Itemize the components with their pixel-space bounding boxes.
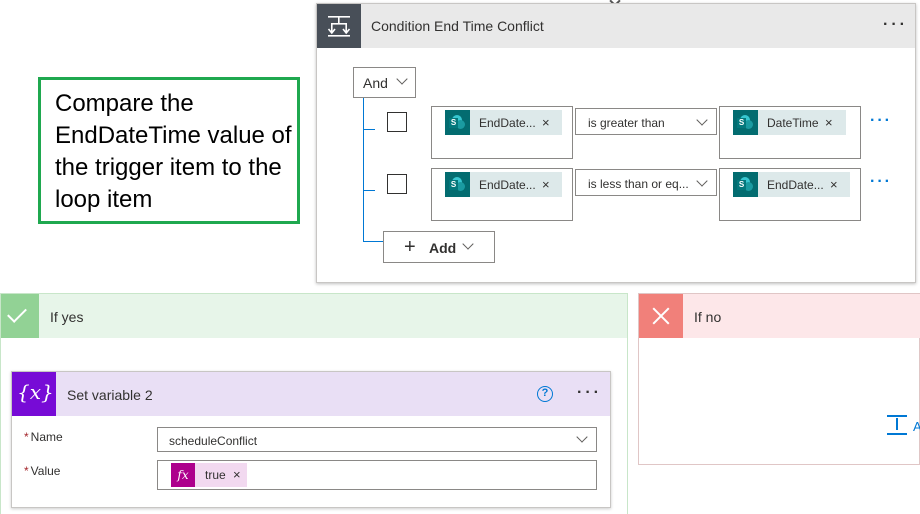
if-no-title: If no xyxy=(694,309,722,325)
sharepoint-icon: S xyxy=(445,172,470,197)
name-field-label: * Name xyxy=(24,430,63,444)
if-yes-header[interactable]: If yes xyxy=(1,294,627,338)
remove-token-icon[interactable]: × xyxy=(830,177,838,192)
chevron-down-icon xyxy=(396,73,408,85)
token-label: EndDate... xyxy=(479,116,536,130)
token-label: DateTime xyxy=(767,116,819,130)
chevron-down-icon xyxy=(696,114,708,126)
add-label: Add xyxy=(429,240,457,256)
check-icon xyxy=(1,294,39,338)
name-dropdown[interactable]: scheduleConflict xyxy=(157,427,597,452)
tree-line xyxy=(363,98,364,241)
group-operator-dropdown[interactable]: And xyxy=(353,67,416,98)
tree-branch xyxy=(363,129,375,130)
sharepoint-icon: S xyxy=(733,172,758,197)
help-icon[interactable]: ? xyxy=(537,386,553,402)
annotation-box: Compare the EndDateTime value of the tri… xyxy=(38,77,300,224)
left-operand-field[interactable]: S EndDate... × xyxy=(431,168,573,221)
value-field[interactable]: fx true × xyxy=(157,460,597,490)
remove-token-icon[interactable]: × xyxy=(233,467,241,482)
sharepoint-icon: S xyxy=(733,110,758,135)
set-variable-more-button[interactable]: ··· xyxy=(577,384,602,402)
annotation-text: Compare the EndDateTime value of the tri… xyxy=(55,90,292,213)
add-condition-button[interactable]: + Add xyxy=(383,231,495,263)
value-field-label: * Value xyxy=(24,464,61,478)
remove-token-icon[interactable]: × xyxy=(542,115,550,130)
variable-icon: {x} xyxy=(12,372,56,416)
expression-token[interactable]: fx true × xyxy=(171,463,247,487)
if-no-branch: If no xyxy=(638,293,920,465)
row-more-button[interactable]: ··· xyxy=(870,112,892,130)
set-variable-card: {x} Set variable 2 ? ··· * Name scheduleC… xyxy=(11,371,611,508)
token-label: true xyxy=(205,468,226,482)
required-mark: * xyxy=(24,430,29,444)
left-operand-field[interactable]: S EndDate... × xyxy=(431,106,573,159)
right-operand-field[interactable]: S EndDate... × xyxy=(719,168,861,221)
tree-branch xyxy=(363,241,383,242)
condition-header[interactable]: Condition End Time Conflict ··· xyxy=(317,4,915,48)
condition-more-button[interactable]: ··· xyxy=(883,16,908,34)
operator-dropdown[interactable]: is less than or eq... xyxy=(575,169,717,196)
operator-label: is greater than xyxy=(588,116,665,130)
dynamic-content-token[interactable]: S DateTime × xyxy=(733,110,846,135)
operator-label: is less than or eq... xyxy=(588,177,689,191)
set-variable-header[interactable]: {x} Set variable 2 ? ··· xyxy=(12,372,610,416)
token-label: EndDate... xyxy=(767,178,824,192)
tree-branch xyxy=(363,190,375,191)
row-checkbox[interactable] xyxy=(387,174,407,194)
dynamic-content-token[interactable]: S EndDate... × xyxy=(733,172,850,197)
operator-dropdown[interactable]: is greater than xyxy=(575,108,717,135)
if-no-header[interactable]: If no xyxy=(639,294,920,338)
remove-token-icon[interactable]: × xyxy=(542,177,550,192)
condition-icon xyxy=(317,4,361,48)
row-more-button[interactable]: ··· xyxy=(870,173,892,191)
name-value: scheduleConflict xyxy=(169,434,258,448)
if-yes-title: If yes xyxy=(50,309,84,325)
remove-token-icon[interactable]: × xyxy=(825,115,833,130)
group-operator-label: And xyxy=(363,75,388,91)
add-action-icon[interactable] xyxy=(887,415,907,437)
required-mark: * xyxy=(24,464,29,478)
right-operand-field[interactable]: S DateTime × xyxy=(719,106,861,159)
chevron-down-icon xyxy=(462,238,474,250)
set-variable-title: Set variable 2 xyxy=(67,387,153,403)
sharepoint-icon: S xyxy=(445,110,470,135)
add-action-label[interactable]: A xyxy=(913,419,920,434)
token-label: EndDate... xyxy=(479,178,536,192)
chevron-down-icon xyxy=(576,431,588,443)
condition-title: Condition End Time Conflict xyxy=(371,18,544,34)
chevron-down-icon xyxy=(696,175,708,187)
plus-icon: + xyxy=(404,236,416,258)
dynamic-content-token[interactable]: S EndDate... × xyxy=(445,110,562,135)
row-checkbox[interactable] xyxy=(387,112,407,132)
condition-card: Condition End Time Conflict ··· And S En… xyxy=(316,3,916,283)
dynamic-content-token[interactable]: S EndDate... × xyxy=(445,172,562,197)
fx-icon: fx xyxy=(171,463,195,487)
close-icon xyxy=(639,294,683,338)
